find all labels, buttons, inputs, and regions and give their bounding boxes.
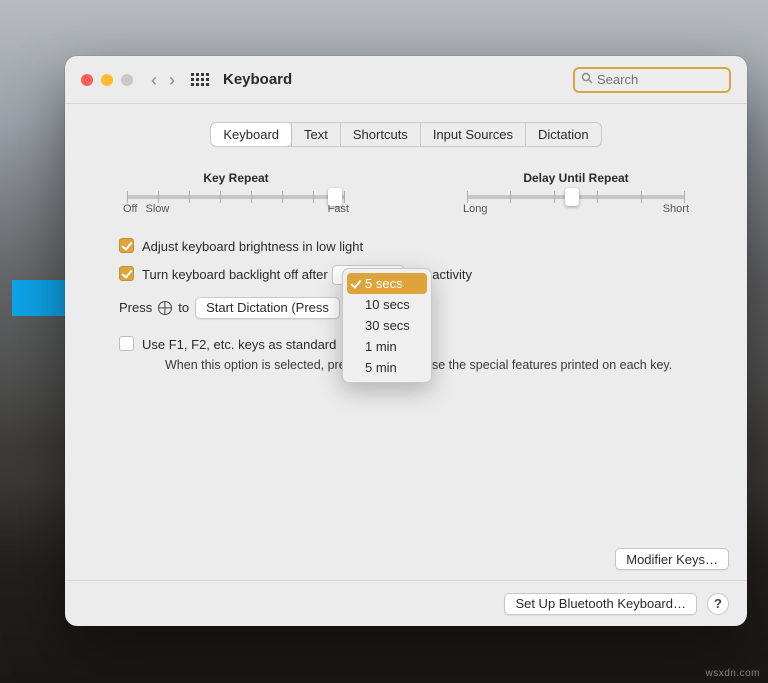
modifier-keys-button[interactable]: Modifier Keys… [615, 548, 729, 570]
fkeys-label: Use F1, F2, etc. keys as standard [142, 337, 336, 352]
help-button[interactable]: ? [707, 593, 729, 615]
key-repeat-track[interactable] [127, 195, 345, 199]
tab-bar: Keyboard Text Shortcuts Input Sources Di… [210, 122, 601, 147]
forward-button[interactable]: › [169, 71, 175, 89]
tab-keyboard[interactable]: Keyboard [211, 123, 291, 146]
content-area: Keyboard Text Shortcuts Input Sources Di… [65, 104, 747, 626]
preferences-window: ‹ › Keyboard Keyboard Text Shortcuts Inp… [65, 56, 747, 626]
backlight-off-label-before: Turn keyboard backlight off after [142, 265, 328, 285]
back-button[interactable]: ‹ [151, 71, 157, 89]
backlight-off-checkbox[interactable] [119, 266, 134, 281]
dictate-mid: to [178, 300, 189, 315]
tab-input-sources[interactable]: Input Sources [420, 123, 525, 146]
adjust-brightness-checkbox[interactable] [119, 238, 134, 253]
tab-shortcuts[interactable]: Shortcuts [340, 123, 420, 146]
fkeys-checkbox[interactable] [119, 336, 134, 351]
search-icon [581, 72, 593, 87]
search-input[interactable] [597, 72, 723, 87]
show-all-icon[interactable] [191, 73, 209, 86]
menu-item-10-secs[interactable]: 10 secs [343, 294, 431, 315]
search-field[interactable] [573, 67, 731, 93]
globe-icon [158, 301, 172, 315]
menu-item-1-min[interactable]: 1 min [343, 336, 431, 357]
close-icon[interactable] [81, 74, 93, 86]
footer: Set Up Bluetooth Keyboard… ? [65, 580, 747, 626]
zoom-icon[interactable] [121, 74, 133, 86]
tab-dictation[interactable]: Dictation [525, 123, 601, 146]
delay-long-label: Long [463, 203, 487, 215]
fkeys-note-after: o use the special features printed on ea… [415, 358, 673, 372]
tab-text[interactable]: Text [291, 123, 340, 146]
menu-item-5-secs[interactable]: 5 secs [347, 273, 427, 294]
delay-repeat-knob[interactable] [565, 188, 579, 206]
minimize-icon[interactable] [101, 74, 113, 86]
menu-item-5-min[interactable]: 5 min [343, 357, 431, 378]
watermark: wsxdn.com [705, 668, 760, 679]
titlebar: ‹ › Keyboard [65, 56, 747, 104]
key-repeat-label: Key Repeat [121, 171, 351, 185]
dictate-prefix: Press [119, 300, 152, 315]
key-repeat-off-label: Off [123, 203, 137, 215]
fkeys-note-before: When this option is selected, pre [165, 358, 346, 372]
delay-repeat-label: Delay Until Repeat [461, 171, 691, 185]
adjust-brightness-label: Adjust keyboard brightness in low light [142, 237, 363, 257]
delay-repeat-track[interactable] [467, 195, 685, 199]
window-title: Keyboard [223, 71, 292, 88]
key-repeat-slider: Key Repeat Off Slow Fast [121, 171, 351, 215]
delay-repeat-slider: Delay Until Repeat Long Short [461, 171, 691, 215]
menu-item-30-secs[interactable]: 30 secs [343, 315, 431, 336]
delay-short-label: Short [663, 203, 689, 215]
key-repeat-knob[interactable] [328, 188, 342, 206]
start-dictation-button[interactable]: Start Dictation (Press [195, 297, 340, 319]
bluetooth-keyboard-button[interactable]: Set Up Bluetooth Keyboard… [504, 593, 697, 615]
traffic-lights [81, 74, 133, 86]
backlight-duration-menu: 5 secs 10 secs 30 secs 1 min 5 min [342, 268, 432, 383]
key-repeat-slow-label: Slow [145, 203, 169, 215]
